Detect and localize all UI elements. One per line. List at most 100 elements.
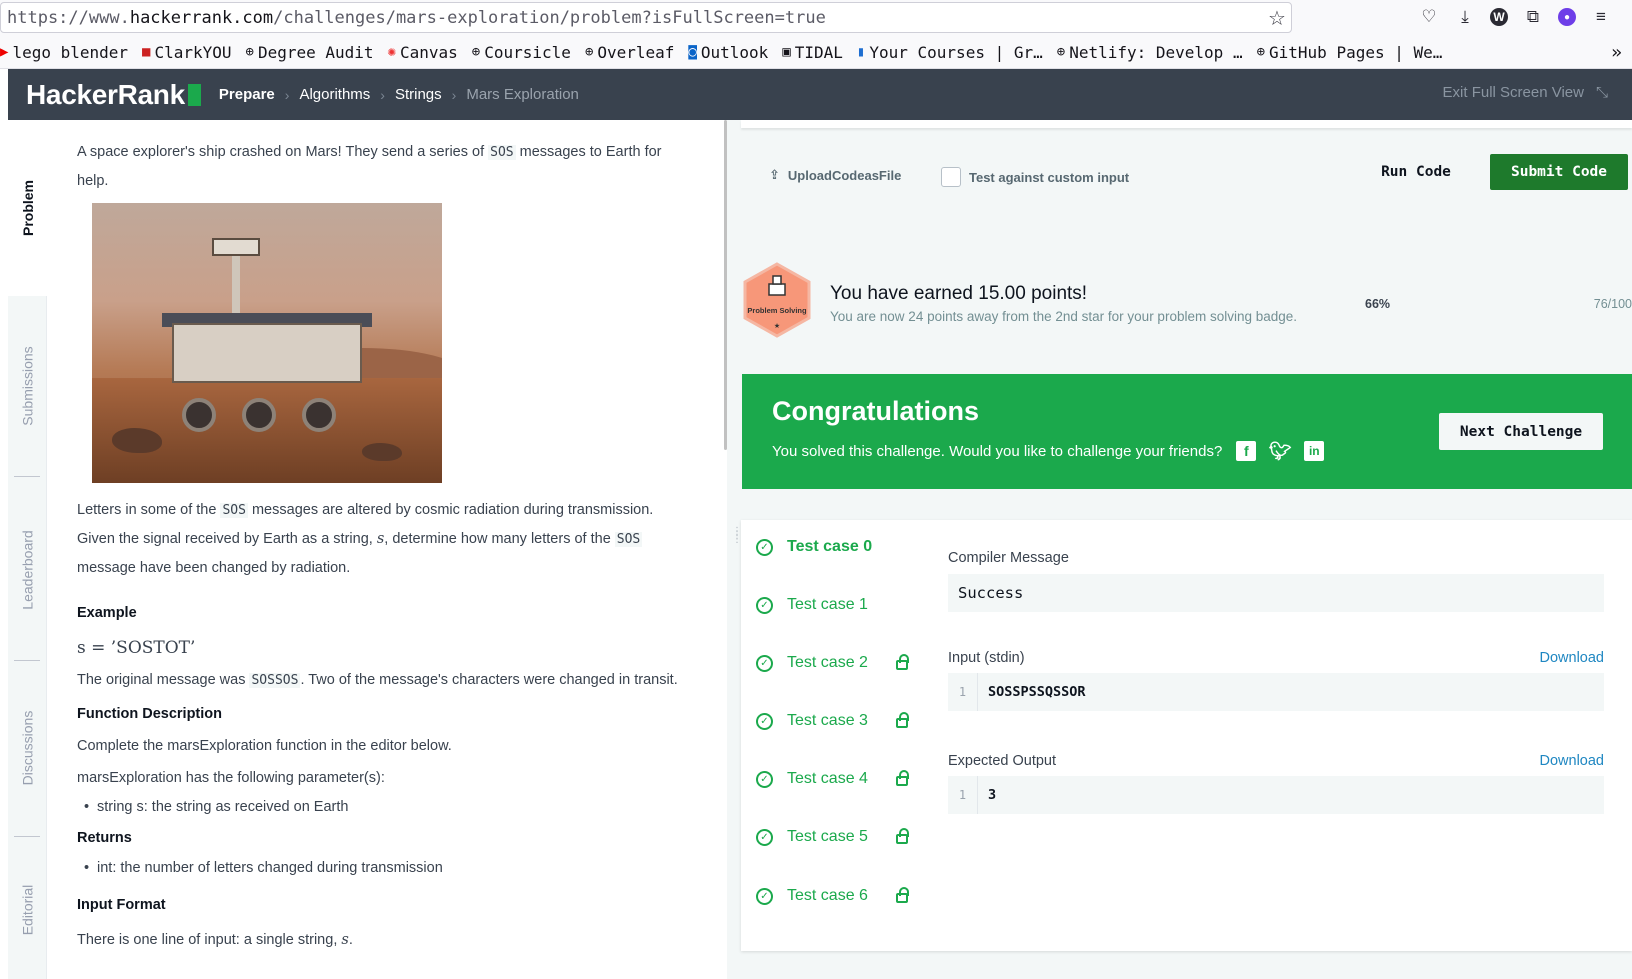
- test-case-3[interactable]: ✓ Test case 3: [756, 712, 909, 730]
- globe-icon: ⊕: [584, 44, 594, 60]
- bookmark-item[interactable]: ⊕ GitHub Pages | We…: [1257, 43, 1443, 62]
- tab-divider: [14, 660, 40, 661]
- line-number: 1: [948, 776, 978, 814]
- params-list: string s: the string as received on Eart…: [77, 793, 687, 821]
- wikipedia-icon[interactable]: W: [1490, 8, 1508, 26]
- example-math: s = ’SOSTOT’: [77, 638, 196, 658]
- bookmark-item[interactable]: ⊕ Degree Audit: [246, 43, 374, 62]
- test-case-5[interactable]: ✓ Test case 5: [756, 828, 909, 846]
- tab-problem[interactable]: Problem: [8, 120, 47, 296]
- download-input-link[interactable]: Download: [1540, 650, 1605, 666]
- congrats-text: You solved this challenge. Would you lik…: [772, 442, 1223, 460]
- bookmark-star-icon[interactable]: ☆: [1268, 6, 1286, 31]
- browser-toolbar: https://www. hackerrank.com/challenges/ma…: [0, 0, 1632, 36]
- breadcrumb-algorithms[interactable]: Algorithms: [299, 86, 370, 103]
- test-case-label: Test case 6: [787, 887, 868, 904]
- tab-label: Discussions: [19, 710, 36, 785]
- breadcrumb-strings[interactable]: Strings: [395, 86, 442, 103]
- download-icon[interactable]: ⤓: [1454, 6, 1476, 28]
- test-case-label: Test case 1: [787, 596, 868, 613]
- hackerrank-logo[interactable]: HackerRank: [26, 79, 201, 111]
- facebook-icon[interactable]: f: [1236, 441, 1257, 461]
- editor-results-panel: ⇪ UploadCodeasFile Test against custom i…: [741, 120, 1632, 979]
- bookmark-item[interactable]: ■ ClarkYOU: [142, 43, 232, 62]
- run-code-button[interactable]: Run Code: [1361, 154, 1471, 190]
- check-circle-icon: ✓: [756, 712, 773, 730]
- custom-input-label: Test against custom input: [969, 169, 1130, 185]
- linkedin-icon[interactable]: in: [1304, 441, 1325, 461]
- test-case-6[interactable]: ✓ Test case 6: [756, 887, 909, 905]
- breadcrumb-prepare[interactable]: Prepare: [219, 86, 275, 103]
- test-case-label: Test case 0: [787, 538, 873, 555]
- panel-splitter[interactable]: [727, 120, 741, 979]
- lock-icon: [895, 654, 909, 670]
- browser-extension-icons: ♡ ⤓ W ⧉ ● ≡: [1418, 6, 1612, 28]
- inline-code: SOS: [614, 532, 643, 547]
- canvas-icon: ✺: [387, 44, 396, 60]
- vertical-tab-bar: Problem Submissions Leaderboard Discussi…: [8, 120, 47, 979]
- custom-input-toggle[interactable]: Test against custom input: [941, 167, 1129, 187]
- congratulations-banner: Congratulations You solved this challeng…: [742, 374, 1632, 489]
- problem-solving-badge: ★ Problem Solving: [741, 262, 813, 338]
- pocket-icon[interactable]: ♡: [1418, 6, 1440, 28]
- lock-icon: [895, 828, 909, 844]
- test-case-label: Test case 5: [787, 828, 868, 845]
- bookmark-item[interactable]: ◙ Outlook: [688, 43, 768, 62]
- bookmark-item[interactable]: ▮ Your Courses | Gr…: [857, 43, 1043, 62]
- url-bar[interactable]: https://www. hackerrank.com/challenges/ma…: [0, 2, 1292, 33]
- test-case-0[interactable]: ✓ Test case 0: [756, 538, 872, 556]
- test-case-2[interactable]: ✓ Test case 2: [756, 654, 909, 672]
- returns-heading: Returns: [77, 830, 132, 846]
- badge-progress-score: 76/100: [1593, 297, 1632, 311]
- bookmarks-bar: ▶ lego blender ■ ClarkYOU ⊕ Degree Audit ✺ C…: [0, 36, 1632, 69]
- tab-divider: [14, 836, 40, 837]
- function-text: Complete the marsExploration function in…: [77, 738, 452, 754]
- text: The original message was: [77, 672, 250, 688]
- next-challenge-button[interactable]: Next Challenge: [1439, 413, 1603, 450]
- globe-icon: ⊕: [1256, 44, 1266, 60]
- bookmark-item[interactable]: ⊕ Coursicle: [472, 43, 571, 62]
- lock-icon: [895, 770, 909, 786]
- upload-code-button[interactable]: ⇪ UploadCodeasFile: [769, 167, 901, 183]
- bookmarks-overflow-icon[interactable]: »: [1611, 42, 1622, 63]
- params-text: marsExploration has the following parame…: [77, 770, 385, 786]
- tab-editorial[interactable]: Editorial: [8, 840, 47, 979]
- text: There is one line of input: a single str…: [77, 932, 342, 948]
- bookmark-label: TIDAL: [794, 42, 843, 62]
- test-case-4[interactable]: ✓ Test case 4: [756, 770, 909, 788]
- math-var: s: [341, 932, 349, 948]
- globe-icon: ⊕: [471, 44, 481, 60]
- bookmark-item[interactable]: ⊕ Overleaf: [585, 43, 675, 62]
- rover-body: [172, 323, 362, 383]
- test-results: ✓ Test case 0 ✓ Test case 1 ✓ Test case 2 ✓…: [741, 520, 1632, 951]
- inline-code: SOS: [488, 145, 516, 160]
- bookmark-item[interactable]: ▣ TIDAL: [782, 43, 843, 62]
- menu-icon[interactable]: ≡: [1590, 6, 1612, 28]
- bookmark-item[interactable]: ✺ Canvas: [388, 43, 458, 62]
- returns-item: int: the number of letters changed durin…: [77, 854, 687, 882]
- download-output-link[interactable]: Download: [1540, 753, 1605, 769]
- globe-icon: ⊕: [245, 44, 254, 60]
- profile-icon[interactable]: ●: [1558, 8, 1576, 26]
- tab-submissions[interactable]: Submissions: [8, 306, 47, 466]
- tidal-icon: ▣: [782, 44, 791, 60]
- custom-input-checkbox[interactable]: [941, 167, 961, 187]
- tab-discussions[interactable]: Discussions: [8, 665, 47, 830]
- congrats-subtitle-row: You solved this challenge. Would you lik…: [772, 441, 1325, 461]
- bookmark-item[interactable]: ⊕ Netlify: Develop …: [1057, 43, 1243, 62]
- upload-label: UploadCodeasFile: [787, 167, 902, 183]
- check-circle-icon: ✓: [756, 770, 773, 788]
- tab-leaderboard[interactable]: Leaderboard: [8, 480, 47, 660]
- test-case-1[interactable]: ✓ Test case 1: [756, 596, 868, 614]
- badge-progress-percent: 66%: [1365, 297, 1391, 311]
- bookmark-item[interactable]: ▶ lego blender: [0, 43, 128, 62]
- submit-code-button[interactable]: Submit Code: [1490, 154, 1628, 190]
- intro-paragraph: A space explorer's ship crashed on Mars!…: [77, 138, 687, 195]
- test-case-label: Test case 2: [787, 654, 868, 671]
- twitter-icon[interactable]: 🐦︎: [1269, 441, 1292, 461]
- exit-fullscreen-button[interactable]: Exit Full Screen View ⤡: [1443, 84, 1608, 101]
- points-subtitle: You are now 24 points away from the 2nd …: [830, 309, 1298, 324]
- svg-text:★: ★: [774, 322, 780, 330]
- extensions-icon[interactable]: ⧉: [1522, 6, 1544, 28]
- outlook-icon: ◙: [688, 44, 697, 60]
